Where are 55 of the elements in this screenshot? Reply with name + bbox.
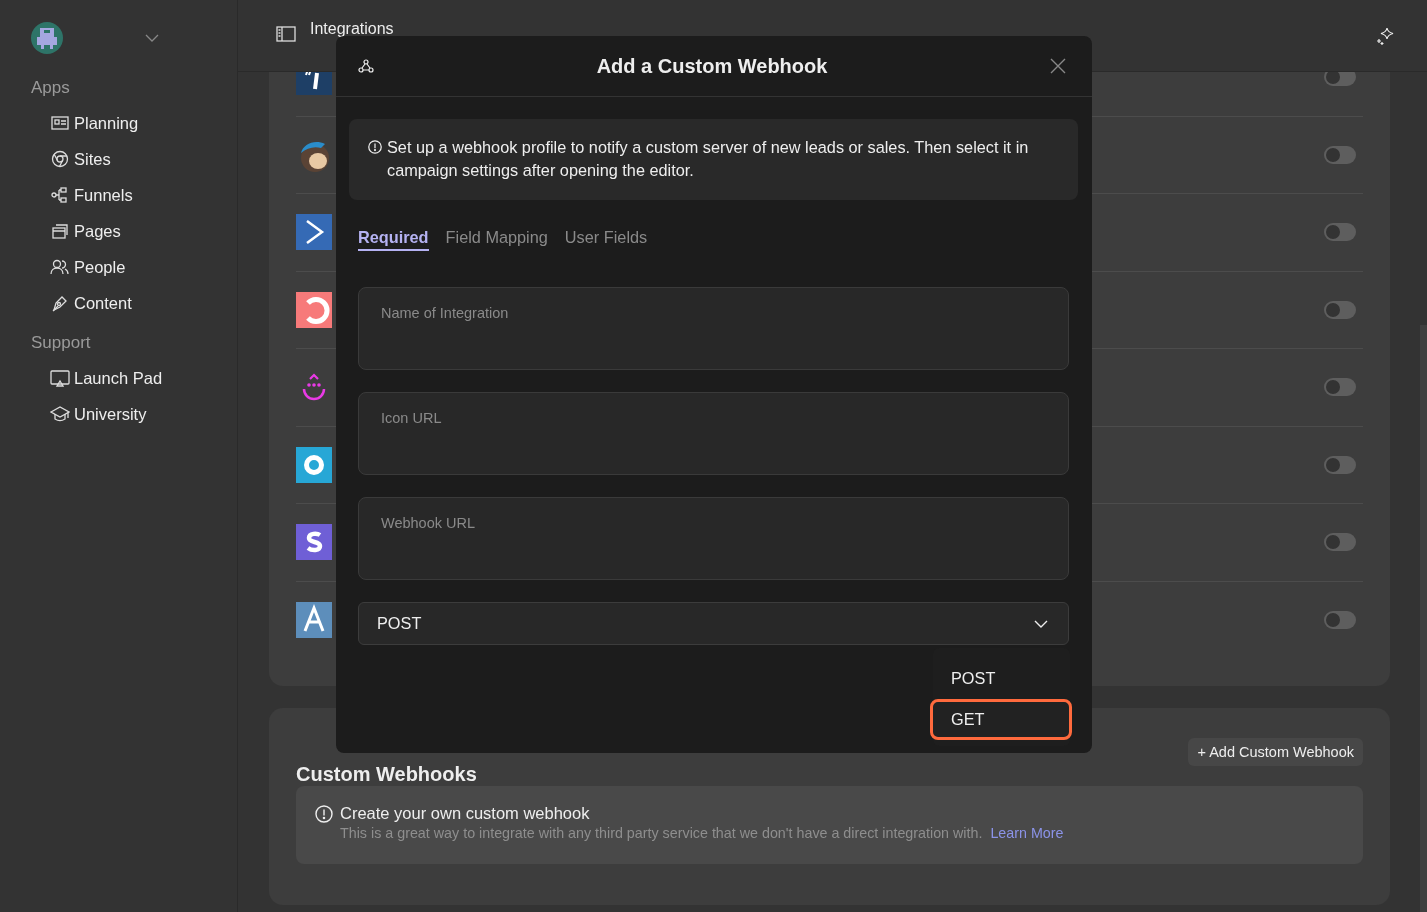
- sidebar-item[interactable]: University: [31, 396, 237, 432]
- info-icon: [368, 140, 382, 154]
- chevron-logo-icon: [296, 214, 332, 251]
- tab[interactable]: Required: [358, 228, 429, 251]
- section-title: Custom Webhooks: [296, 763, 477, 786]
- section-heading: Support: [31, 333, 92, 353]
- toggle-switch[interactable]: [1324, 611, 1356, 630]
- chevron-down-icon: [1034, 619, 1048, 628]
- info-text: Set up a webhook profile to notify a custom server of new leads or sales. Then select it in campaign settings after opening the editor.: [387, 137, 1030, 181]
- university-icon: [50, 404, 70, 424]
- text-field[interactable]: Name of Integration: [358, 287, 1069, 370]
- launch-icon: [50, 368, 70, 388]
- close-icon[interactable]: [1050, 58, 1066, 74]
- ring-logo-icon: [296, 291, 332, 328]
- toggle-switch[interactable]: [1324, 378, 1356, 397]
- sidebar-item[interactable]: Pages: [31, 213, 237, 249]
- sidebar-item[interactable]: Planning: [31, 105, 237, 141]
- toggle-switch[interactable]: [1324, 223, 1356, 242]
- sidebar-item[interactable]: People: [31, 249, 237, 285]
- toggle-switch[interactable]: [1324, 455, 1356, 474]
- section-heading: Apps: [31, 78, 71, 98]
- dropdown-option[interactable]: GET: [930, 699, 1072, 740]
- sidebar-item[interactable]: Launch Pad: [31, 360, 237, 396]
- tab[interactable]: User Fields: [564, 228, 648, 251]
- text-field[interactable]: Webhook URL: [358, 497, 1069, 580]
- toggle-switch[interactable]: [1324, 145, 1356, 164]
- toggle-switch[interactable]: [1324, 300, 1356, 319]
- sidebar-item[interactable]: Funnels: [31, 177, 237, 213]
- dialog-title: Add a Custom Webhook: [596, 54, 828, 78]
- method-select[interactable]: POST: [358, 602, 1069, 645]
- letter-a-logo-icon: [296, 602, 332, 639]
- avatar-icon[interactable]: [31, 22, 63, 54]
- toggle-switch[interactable]: [1324, 72, 1356, 87]
- sidebar-item[interactable]: Content: [31, 285, 237, 321]
- info-icon: [315, 805, 333, 823]
- people-icon: [50, 257, 70, 277]
- tab[interactable]: Field Mapping: [445, 228, 548, 251]
- planning-icon: [50, 113, 70, 133]
- sparkle-icon[interactable]: [1375, 26, 1395, 46]
- text-field[interactable]: Icon URL: [358, 392, 1069, 475]
- funnels-icon: [50, 185, 70, 205]
- letter-s-logo-icon: [296, 524, 332, 561]
- toggle-switch[interactable]: [1324, 533, 1356, 552]
- sites-icon: [50, 149, 70, 169]
- webhook-icon: [358, 58, 374, 74]
- circle-logo-icon: [296, 446, 332, 483]
- sidebar-toggle-icon[interactable]: [276, 26, 296, 42]
- pages-icon: [50, 221, 70, 241]
- notice-title: Create your own custom webhook: [340, 804, 591, 823]
- dropdown-option[interactable]: POST: [930, 658, 1072, 699]
- sidebar-item[interactable]: Sites: [31, 141, 237, 177]
- page-title: Integrations: [310, 20, 394, 38]
- notice-text: This is a great way to integrate with any third party service that we don't have a direct integration with. Learn More: [340, 825, 1064, 841]
- chevron-down-icon[interactable]: [145, 34, 159, 42]
- add-custom-webhook-button[interactable]: + Add Custom Webhook: [1188, 738, 1363, 766]
